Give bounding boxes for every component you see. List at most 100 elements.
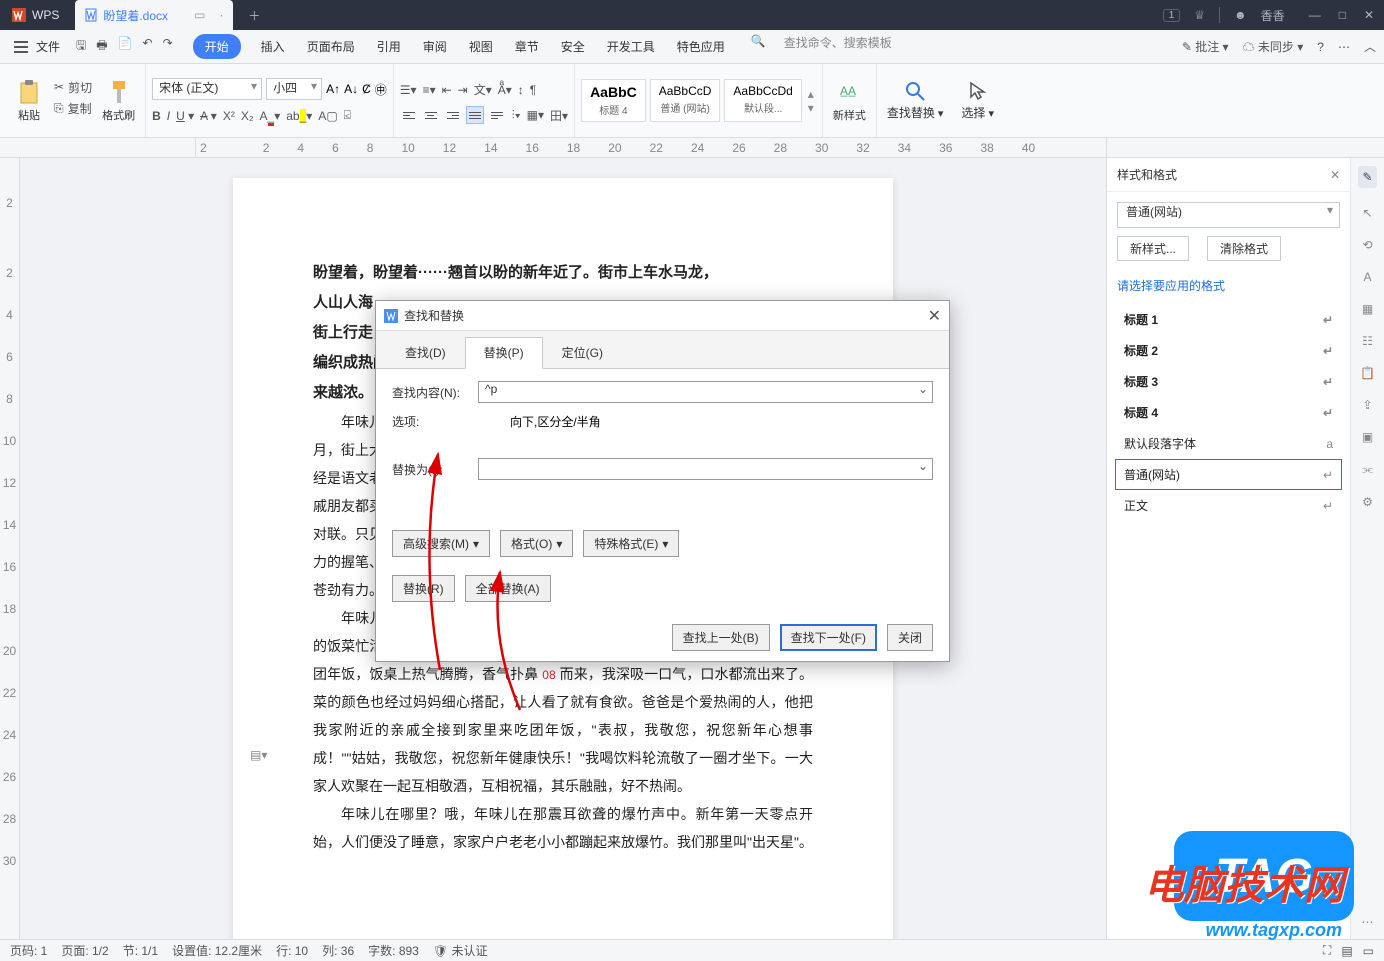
comment-indicator-icon[interactable]: ▤▾ <box>250 748 267 762</box>
more-tools-icon[interactable]: ⋯ <box>1362 915 1374 929</box>
new-style-button[interactable]: A̲A̲ 新样式 <box>829 79 870 123</box>
shading-icon[interactable]: ▦▾ <box>527 108 544 122</box>
text-direction-icon[interactable]: 文▾ <box>474 81 492 98</box>
print-preview-icon[interactable]: 🖶 <box>96 36 107 57</box>
char-shading-icon[interactable]: A▢ <box>318 109 337 123</box>
text-icon[interactable]: A <box>1363 270 1371 284</box>
subscript-icon[interactable]: X₂ <box>241 109 254 123</box>
select-button[interactable]: 选择 ▾ <box>957 80 998 121</box>
search-icon[interactable]: 🔍 <box>751 34 766 59</box>
search-placeholder[interactable]: 查找命令、搜索模板 <box>784 34 892 59</box>
underline-icon[interactable]: U ▾ <box>176 109 194 123</box>
decrease-font-icon[interactable]: A↓ <box>344 82 358 96</box>
special-format-button[interactable]: 特殊格式(E) ▾ <box>583 530 679 557</box>
char-border-icon[interactable]: ⍃ <box>344 108 351 123</box>
view-fullscreen-icon[interactable]: ⛶ <box>1323 943 1331 958</box>
style-item[interactable]: 标题 4↵ <box>1115 397 1342 428</box>
align-justify-icon[interactable] <box>466 106 484 124</box>
show-marks-icon[interactable]: ¶ <box>530 83 536 97</box>
style-normal-web[interactable]: AaBbCcD普通 (网站) <box>650 79 721 122</box>
italic-icon[interactable]: I <box>167 109 170 123</box>
copy-button[interactable]: ⎘ 复制 <box>54 100 92 117</box>
file-menu[interactable]: 文件 <box>8 38 66 55</box>
style-default[interactable]: AaBbCcDd默认段... <box>724 79 801 122</box>
highlight-icon[interactable]: ab_▾ <box>286 109 312 123</box>
close-window-icon[interactable]: ✕ <box>1364 8 1374 22</box>
dialog-tab-goto[interactable]: 定位(G) <box>543 337 622 368</box>
panel-close-icon[interactable]: ✕ <box>1330 168 1340 182</box>
cursor-icon[interactable]: ↖ <box>1362 206 1372 220</box>
advanced-search-button[interactable]: 高级搜索(M) ▾ <box>392 530 490 557</box>
notification-badge[interactable]: 1 <box>1163 9 1181 22</box>
align-distribute-icon[interactable] <box>488 106 506 124</box>
tab-special[interactable]: 特色应用 <box>675 34 727 59</box>
find-replace-button[interactable]: 查找替换 ▾ <box>883 80 948 121</box>
tab-page-layout[interactable]: 页面布局 <box>305 34 357 59</box>
style-item[interactable]: 标题 3↵ <box>1115 366 1342 397</box>
style-item[interactable]: 正文↵ <box>1115 490 1342 521</box>
increase-font-icon[interactable]: A↑ <box>326 82 340 96</box>
font-size-select[interactable]: 小四 <box>266 78 322 100</box>
clipboard-icon[interactable]: 📋 <box>1360 366 1375 380</box>
status-word-count[interactable]: 字数: 893 <box>368 942 419 959</box>
replace-all-button[interactable]: 全部替换(A) <box>465 575 551 602</box>
clear-format-link[interactable]: 清除格式 <box>1207 236 1281 261</box>
sort-icon[interactable]: ↕ <box>518 83 524 97</box>
tab-references[interactable]: 引用 <box>375 34 403 59</box>
status-page-num[interactable]: 页码: 1 <box>10 942 47 959</box>
dialog-tab-replace[interactable]: 替换(P) <box>465 337 543 369</box>
undo-icon[interactable]: ↶ <box>143 36 153 57</box>
bold-icon[interactable]: B <box>152 109 161 123</box>
more-icon[interactable]: ⋯ <box>1338 40 1350 54</box>
increase-indent-icon[interactable]: ⇥ <box>458 83 468 97</box>
settings-icon[interactable]: ⚙ <box>1362 495 1373 509</box>
minimize-icon[interactable]: — <box>1309 8 1321 22</box>
tab-insert[interactable]: 插入 <box>259 34 287 59</box>
font-color-icon[interactable]: A_▾ <box>260 109 281 123</box>
tab-home[interactable]: 开始 <box>193 34 241 59</box>
format-button[interactable]: 格式(O) ▾ <box>500 530 573 557</box>
phonetic-icon[interactable]: ㊥ <box>375 81 387 98</box>
numbering-icon[interactable]: ≡▾ <box>423 83 436 97</box>
help-icon[interactable]: ? <box>1317 40 1324 54</box>
edit-icon[interactable]: ✎ <box>1358 166 1376 188</box>
bullets-icon[interactable]: ☰▾ <box>400 83 417 97</box>
view-read-icon[interactable]: ▭ <box>1363 944 1374 958</box>
annotate-button[interactable]: ✎ 批注 ▾ <box>1182 38 1229 55</box>
style-item[interactable]: 默认段落字体a <box>1115 428 1342 459</box>
crown-icon[interactable]: ♕ <box>1194 8 1205 22</box>
paste-button[interactable]: 粘贴 <box>14 79 44 123</box>
image-icon[interactable]: ▣ <box>1362 430 1373 444</box>
share-icon[interactable]: ⇪ <box>1362 398 1372 412</box>
tab-review[interactable]: 审阅 <box>421 34 449 59</box>
format-painter-button[interactable]: 格式刷 <box>98 79 139 123</box>
style-heading4[interactable]: AaBbC标题 4 <box>581 79 646 122</box>
grid-icon[interactable]: ▦ <box>1362 302 1373 316</box>
clear-format-icon[interactable]: Ȼ <box>362 82 371 96</box>
view-print-icon[interactable]: ▤ <box>1341 944 1352 958</box>
tab-sections[interactable]: 章节 <box>513 34 541 59</box>
flow-icon[interactable]: ☷ <box>1362 334 1373 348</box>
align-center-icon[interactable] <box>422 106 440 124</box>
cut-button[interactable]: ✂ 剪切 <box>54 79 92 96</box>
tab-developer[interactable]: 开发工具 <box>605 34 657 59</box>
strikethrough-icon[interactable]: A ▾ <box>200 109 217 123</box>
maximize-icon[interactable]: □ <box>1339 8 1346 22</box>
tab-view[interactable]: 视图 <box>467 34 495 59</box>
new-style-link[interactable]: 新样式... <box>1117 236 1189 261</box>
styles-expand-icon[interactable]: ▴▾ <box>806 79 816 122</box>
collapse-ribbon-icon[interactable]: ︿ <box>1364 38 1376 55</box>
current-style-select[interactable]: 普通(网站) <box>1117 202 1340 228</box>
redo-icon[interactable]: ↷ <box>163 36 173 57</box>
dialog-close-button[interactable]: 关闭 <box>887 624 933 651</box>
find-next-button[interactable]: 查找下一处(F) <box>780 624 877 651</box>
superscript-icon[interactable]: X² <box>223 109 235 123</box>
align-right-icon[interactable] <box>444 106 462 124</box>
add-tab-button[interactable]: ＋ <box>239 0 269 30</box>
line-spacing-icon[interactable]: Aͣ▾ <box>498 83 512 97</box>
status-verify[interactable]: 🛡 未认证 <box>433 942 488 959</box>
tab-security[interactable]: 安全 <box>559 34 587 59</box>
style-item[interactable]: 普通(网站)↵ <box>1115 459 1342 490</box>
sync-button[interactable]: ☁ 未同步 ▾ <box>1243 38 1304 55</box>
replace-input[interactable] <box>478 458 933 480</box>
